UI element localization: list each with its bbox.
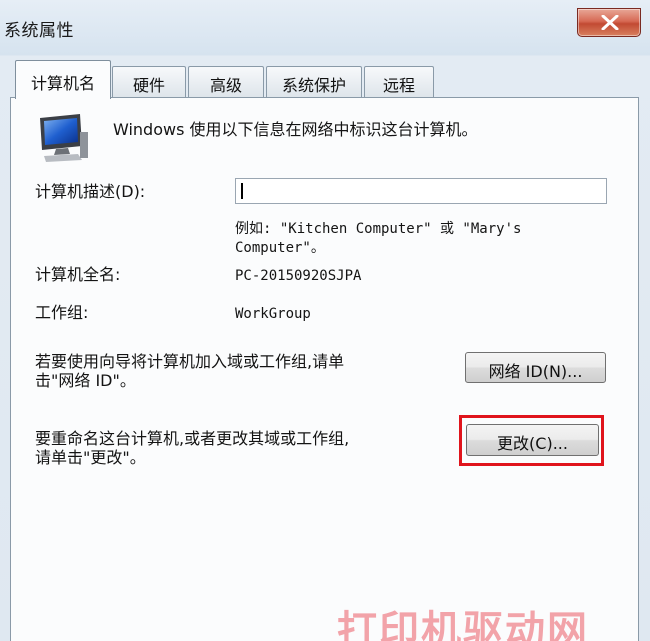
tab-hardware[interactable]: 硬件 — [112, 66, 186, 98]
tab-advanced[interactable]: 高级 — [188, 66, 264, 98]
rename-text-line-1: 要重命名这台计算机,或者更改其域或工作组, — [35, 429, 350, 448]
window-title: 系统属性 — [4, 21, 74, 41]
title-bar[interactable]: 系统属性 — [0, 0, 650, 56]
close-icon — [601, 15, 619, 30]
intro-text: Windows 使用以下信息在网络中标识这台计算机。 — [113, 120, 478, 139]
workgroup-label: 工作组: — [35, 303, 89, 322]
change-button[interactable]: 更改(C)... — [466, 424, 599, 456]
description-label: 计算机描述(D): — [35, 182, 146, 201]
text-caret — [241, 183, 243, 199]
description-input[interactable] — [235, 178, 607, 204]
fullname-label: 计算机全名: — [35, 265, 121, 284]
computer-icon — [40, 114, 88, 162]
workgroup-value: WorkGroup — [235, 306, 311, 322]
watermark: 打印机驱动网 — [337, 608, 589, 641]
tab-computer-name[interactable]: 计算机名 — [15, 60, 111, 99]
fullname-value: PC-20150920SJPA — [235, 268, 362, 284]
close-button[interactable] — [577, 8, 641, 37]
network-text-line-1: 若要使用向导将计算机加入域或工作组,请单 — [35, 352, 345, 371]
example-line-2: Computer"。 — [235, 240, 325, 256]
network-id-button[interactable]: 网络 ID(N)... — [465, 352, 606, 383]
rename-text-line-2: 请单击"更改"。 — [35, 448, 146, 467]
tab-remote[interactable]: 远程 — [364, 66, 434, 98]
tab-system-protection[interactable]: 系统保护 — [266, 66, 362, 98]
network-text-line-2: 击"网络 ID"。 — [35, 371, 136, 390]
example-line-1: 例如: "Kitchen Computer" 或 "Mary's — [235, 221, 522, 237]
system-properties-window: 系统属性 计算机名 硬件 高级 系统保护 远程 Windows 使用以下信息在网… — [0, 0, 650, 641]
